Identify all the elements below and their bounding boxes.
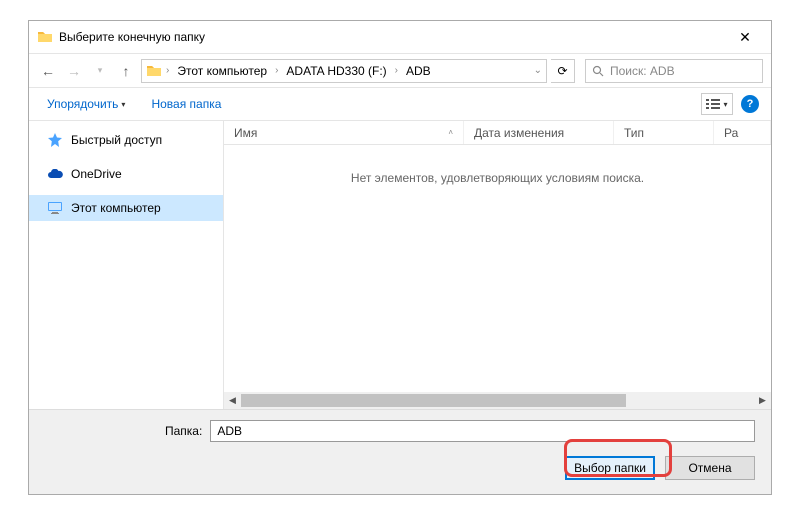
footer: Папка: Выбор папки Отмена (29, 409, 771, 494)
nav-row: ← → ▾ ↑ › Этот компьютер › ADATA HD330 (… (29, 53, 771, 87)
empty-message: Нет элементов, удовлетворяющих условиям … (224, 171, 771, 185)
column-type[interactable]: Тип (614, 121, 714, 144)
close-icon[interactable]: ✕ (725, 29, 765, 46)
sort-asc-icon: ˄ (448, 128, 453, 137)
sidebar-item-label: Этот компьютер (71, 201, 161, 215)
chevron-down-icon: ▾ (723, 100, 727, 109)
cancel-button[interactable]: Отмена (665, 456, 755, 480)
view-options-button[interactable]: ▾ (701, 93, 733, 115)
chevron-right-icon[interactable]: › (275, 65, 278, 76)
sidebar-item-label: Быстрый доступ (71, 133, 162, 147)
recent-dropdown-icon[interactable]: ▾ (89, 60, 111, 82)
toolbar: Упорядочить ▾ Новая папка ▾ ? (29, 87, 771, 121)
column-headers: Имя ˄ Дата изменения Тип Ра (224, 121, 771, 145)
forward-button[interactable]: → (63, 60, 85, 82)
scrollbar-track[interactable] (241, 392, 754, 409)
scroll-right-icon[interactable]: ▶ (754, 392, 771, 409)
folder-picker-dialog: Выберите конечную папку ✕ ← → ▾ ↑ › Этот… (28, 20, 772, 495)
select-folder-button[interactable]: Выбор папки (565, 456, 655, 480)
help-icon[interactable]: ? (741, 95, 759, 113)
content-area: Имя ˄ Дата изменения Тип Ра Нет элементо… (224, 121, 771, 409)
refresh-button[interactable]: ⟳ (551, 59, 575, 83)
up-button[interactable]: ↑ (115, 60, 137, 82)
horizontal-scrollbar[interactable]: ◀ ▶ (224, 392, 771, 409)
search-placeholder: Поиск: ADB (610, 64, 675, 78)
chevron-right-icon[interactable]: › (166, 65, 169, 76)
sidebar-item-label: OneDrive (71, 167, 122, 181)
breadcrumb-folder[interactable]: ADB (402, 64, 435, 78)
column-date[interactable]: Дата изменения (464, 121, 614, 144)
chevron-right-icon[interactable]: › (395, 65, 398, 76)
dialog-body: Быстрый доступ OneDrive Этот компьютер И (29, 121, 771, 409)
sidebar-item-quick-access[interactable]: Быстрый доступ (29, 127, 223, 153)
address-bar[interactable]: › Этот компьютер › ADATA HD330 (F:) › AD… (141, 59, 547, 83)
column-name[interactable]: Имя ˄ (224, 121, 464, 144)
button-row: Выбор папки Отмена (45, 456, 755, 480)
chevron-down-icon[interactable]: ⌄ (534, 65, 542, 76)
folder-row: Папка: (45, 420, 755, 442)
back-button[interactable]: ← (37, 60, 59, 82)
breadcrumb-root[interactable]: Этот компьютер (173, 64, 271, 78)
sidebar-item-this-pc[interactable]: Этот компьютер (29, 195, 223, 221)
sidebar: Быстрый доступ OneDrive Этот компьютер (29, 121, 224, 409)
scrollbar-thumb[interactable] (241, 394, 626, 407)
cloud-icon (47, 166, 63, 182)
column-size[interactable]: Ра (714, 121, 771, 144)
scroll-left-icon[interactable]: ◀ (224, 392, 241, 409)
pc-icon (47, 200, 63, 216)
folder-label: Папка: (165, 424, 202, 438)
search-icon (592, 65, 604, 77)
sidebar-item-onedrive[interactable]: OneDrive (29, 161, 223, 187)
star-icon (47, 132, 63, 148)
pc-icon (146, 63, 162, 79)
window-title: Выберите конечную папку (59, 30, 725, 44)
chevron-down-icon: ▾ (121, 100, 125, 109)
new-folder-button[interactable]: Новая папка (145, 93, 227, 115)
organize-button[interactable]: Упорядочить ▾ (41, 93, 131, 115)
folder-name-input[interactable] (210, 420, 755, 442)
search-input[interactable]: Поиск: ADB (585, 59, 763, 83)
folder-icon (37, 29, 53, 45)
titlebar: Выберите конечную папку ✕ (29, 21, 771, 53)
breadcrumb-drive[interactable]: ADATA HD330 (F:) (282, 64, 390, 78)
